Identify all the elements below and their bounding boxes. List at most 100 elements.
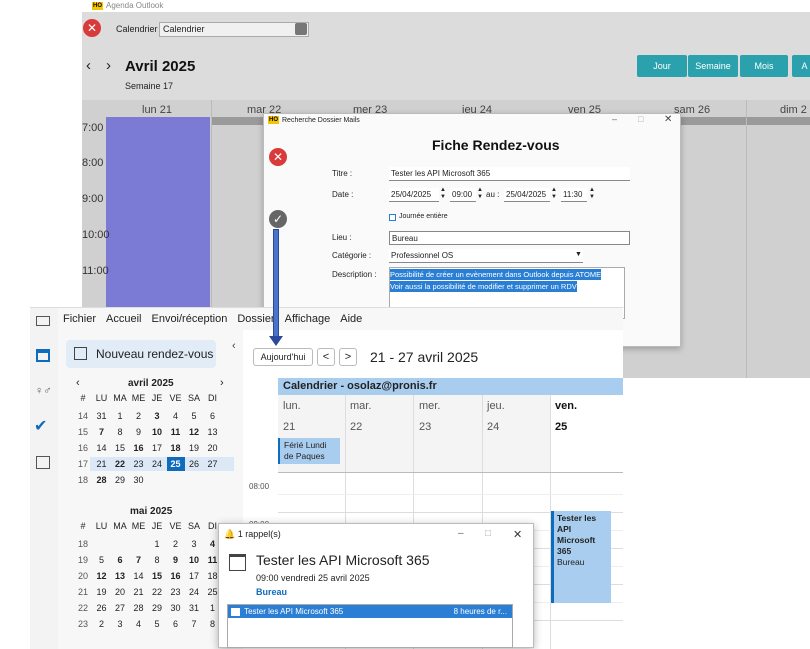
mini-day-cell[interactable]: 5 bbox=[148, 617, 166, 631]
mini-day-cell[interactable]: 31 bbox=[93, 409, 111, 423]
people-icon[interactable]: ♀♂ bbox=[35, 385, 52, 397]
mini-day-cell[interactable]: 15 bbox=[111, 441, 129, 455]
menu-accueil[interactable]: Accueil bbox=[106, 313, 141, 325]
mini-day-cell[interactable]: 7 bbox=[130, 553, 148, 567]
mini-day-cell[interactable]: 19 bbox=[185, 441, 203, 455]
date-end-input[interactable]: 25/04/2025 bbox=[504, 188, 550, 202]
mini-day-cell[interactable]: 29 bbox=[148, 601, 166, 615]
time-end-spinner-icon[interactable]: ▲ ▼ bbox=[589, 187, 595, 201]
view-agenda-button[interactable]: A bbox=[792, 55, 810, 77]
close-icon[interactable]: ✕ bbox=[83, 19, 101, 37]
prev-week-button[interactable]: ‹ bbox=[86, 57, 91, 74]
mini-day-cell[interactable]: 7 bbox=[185, 617, 203, 631]
mini-day-cell[interactable]: 21 bbox=[93, 457, 111, 471]
time-start-spinner-icon[interactable]: ▲ ▼ bbox=[477, 187, 483, 201]
collapse-pane-button[interactable]: ‹ bbox=[232, 340, 236, 352]
time-end-input[interactable]: 11:30 bbox=[561, 188, 587, 202]
mini-day-cell[interactable]: 28 bbox=[130, 601, 148, 615]
mini-day-cell[interactable]: 4 bbox=[167, 409, 185, 423]
mini-day-cell[interactable]: 7 bbox=[93, 425, 111, 439]
mini-day-cell[interactable]: 2 bbox=[93, 617, 111, 631]
mini-day-cell[interactable]: 11 bbox=[167, 425, 185, 439]
mini-day-cell[interactable]: 1 bbox=[111, 409, 129, 423]
mini-day-cell[interactable]: 6 bbox=[167, 617, 185, 631]
titre-input[interactable]: Tester les API Microsoft 365 bbox=[389, 167, 630, 181]
next-week-button[interactable]: › bbox=[106, 57, 111, 74]
mini-day-cell[interactable] bbox=[204, 473, 222, 487]
mini-day-cell[interactable]: 14 bbox=[93, 441, 111, 455]
mini-day-cell[interactable]: 8 bbox=[148, 553, 166, 567]
apps-icon[interactable] bbox=[36, 456, 50, 469]
view-month-button[interactable]: Mois bbox=[740, 55, 788, 77]
mini-day-cell[interactable]: 17 bbox=[148, 441, 166, 455]
mini-day-cell[interactable]: 23 bbox=[130, 457, 148, 471]
menu-aide[interactable]: Aide bbox=[340, 313, 362, 325]
date-end-spinner-icon[interactable]: ▲ ▼ bbox=[551, 187, 557, 201]
mini-day-cell[interactable]: 22 bbox=[111, 457, 129, 471]
mini-day-cell[interactable] bbox=[167, 473, 185, 487]
mini-day-cell[interactable]: 3 bbox=[111, 617, 129, 631]
mini-day-cell[interactable]: 10 bbox=[148, 425, 166, 439]
mini-day-cell[interactable]: 24 bbox=[185, 585, 203, 599]
calendar-event[interactable]: Tester les API Microsoft 365 Bureau bbox=[551, 511, 611, 603]
mini-day-cell[interactable]: 20 bbox=[111, 585, 129, 599]
mini-day-cell[interactable]: 22 bbox=[148, 585, 166, 599]
mini-day-cell[interactable]: 8 bbox=[111, 425, 129, 439]
mini-day-cell[interactable]: 28 bbox=[93, 473, 111, 487]
mini-day-cell[interactable]: 2 bbox=[167, 537, 185, 551]
calendar-icon[interactable] bbox=[36, 349, 50, 362]
minimize-button[interactable]: – bbox=[612, 114, 617, 124]
mini-day-cell[interactable]: 6 bbox=[111, 553, 129, 567]
mini-day-cell[interactable]: 5 bbox=[93, 553, 111, 567]
maximize-button[interactable]: □ bbox=[638, 114, 643, 124]
menu-affichage[interactable]: Affichage bbox=[285, 313, 331, 325]
cancel-icon[interactable]: ✕ bbox=[269, 148, 287, 166]
mini-day-cell[interactable]: 23 bbox=[167, 585, 185, 599]
reminder-list-item[interactable]: Tester les API Microsoft 365 8 heures de… bbox=[228, 605, 512, 618]
mini-day-cell[interactable] bbox=[185, 473, 203, 487]
view-day-button[interactable]: Jour bbox=[637, 55, 687, 77]
mini-day-cell[interactable] bbox=[93, 537, 111, 551]
close-button[interactable]: ✕ bbox=[513, 528, 522, 541]
view-week-button[interactable]: Semaine bbox=[688, 55, 738, 77]
mini-day-cell[interactable]: 2 bbox=[130, 409, 148, 423]
menu-fichier[interactable]: Fichier bbox=[63, 313, 96, 325]
validate-icon[interactable]: ✓ bbox=[269, 210, 287, 228]
mail-icon[interactable] bbox=[36, 316, 50, 326]
lieu-input[interactable]: Bureau bbox=[389, 231, 630, 245]
binoculars-icon[interactable] bbox=[295, 23, 307, 35]
minimize-button[interactable]: – bbox=[458, 528, 464, 539]
mini-day-cell[interactable]: 1 bbox=[148, 537, 166, 551]
mini-next-button[interactable]: › bbox=[220, 377, 224, 389]
today-button[interactable]: Aujourd'hui bbox=[253, 348, 313, 366]
mini-day-cell[interactable]: 17 bbox=[185, 569, 203, 583]
mini-day-cell[interactable]: 18 bbox=[167, 441, 185, 455]
maximize-button[interactable]: □ bbox=[485, 528, 491, 539]
mini-day-cell[interactable]: 27 bbox=[204, 457, 222, 471]
todo-icon[interactable]: ✔ bbox=[34, 416, 47, 436]
mini-day-cell[interactable]: 29 bbox=[111, 473, 129, 487]
mini-prev-button[interactable]: ‹ bbox=[76, 377, 80, 389]
mini-day-cell[interactable]: 21 bbox=[130, 585, 148, 599]
mini-day-cell[interactable]: 5 bbox=[185, 409, 203, 423]
mini-day-cell[interactable] bbox=[148, 473, 166, 487]
mini-day-cell[interactable]: 4 bbox=[130, 617, 148, 631]
prev-week-button[interactable]: < bbox=[317, 348, 335, 366]
holiday-event[interactable]: Férié Lundi de Paques bbox=[278, 438, 340, 464]
mini-day-cell[interactable]: 13 bbox=[204, 425, 222, 439]
new-appointment-button[interactable]: Nouveau rendez-vous bbox=[66, 340, 216, 368]
mini-day-cell[interactable]: 13 bbox=[111, 569, 129, 583]
mini-day-cell[interactable]: 9 bbox=[130, 425, 148, 439]
time-start-input[interactable]: 09:00 bbox=[450, 188, 476, 202]
next-week-button[interactable]: > bbox=[339, 348, 357, 366]
mini-day-cell[interactable]: 16 bbox=[167, 569, 185, 583]
mini-day-cell[interactable]: 16 bbox=[130, 441, 148, 455]
mini-day-cell[interactable]: 3 bbox=[148, 409, 166, 423]
mini-day-cell[interactable]: 12 bbox=[93, 569, 111, 583]
date-start-spinner-icon[interactable]: ▲ ▼ bbox=[440, 187, 446, 201]
mini-day-cell[interactable]: 26 bbox=[185, 457, 203, 471]
mini-day-cell[interactable] bbox=[111, 537, 129, 551]
mini-day-cell[interactable]: 30 bbox=[130, 473, 148, 487]
mini-day-cell[interactable]: 31 bbox=[185, 601, 203, 615]
menu-dossier[interactable]: Dossier bbox=[237, 313, 274, 325]
